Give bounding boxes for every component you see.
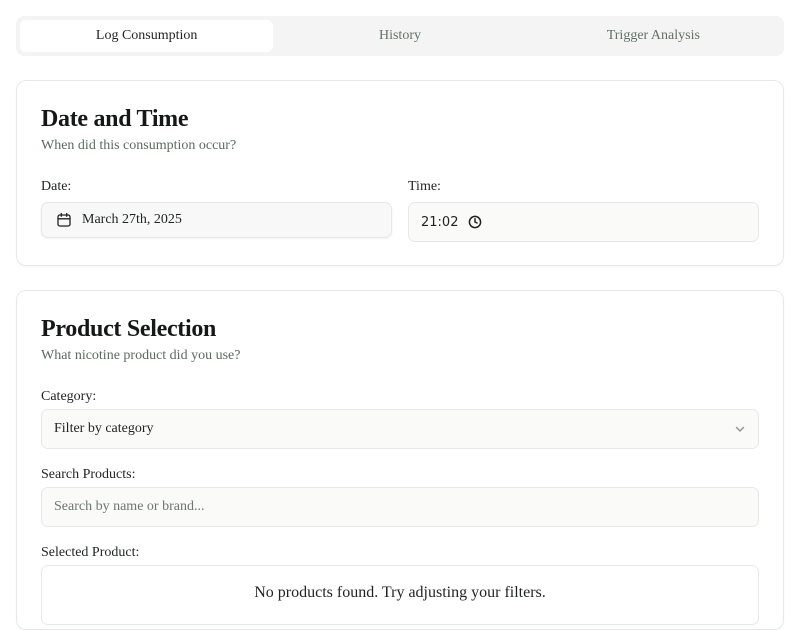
tab-log-consumption[interactable]: Log Consumption	[20, 20, 274, 52]
selected-product-label: Selected Product:	[41, 545, 140, 560]
date-time-card: Date and Time When did this consumption …	[16, 80, 784, 266]
selected-product-field: Selected Product: No products found. Try…	[41, 544, 759, 625]
product-list-empty: No products found. Try adjusting your fi…	[41, 565, 759, 625]
date-value: March 27th, 2025	[82, 212, 182, 227]
category-label: Category:	[41, 389, 97, 404]
time-input[interactable]: 21:02	[408, 202, 759, 242]
product-selection-card: Product Selection What nicotine product …	[16, 290, 784, 630]
time-field: Time: 21:02	[408, 178, 759, 242]
date-field: Date: March 27th, 2025	[41, 178, 392, 238]
search-label: Search Products:	[41, 467, 136, 482]
chevron-down-icon	[734, 423, 746, 435]
clock-icon[interactable]	[468, 215, 482, 229]
category-select[interactable]: Filter by category	[41, 409, 759, 449]
product-selection-subtitle: What nicotine product did you use?	[41, 348, 241, 363]
product-selection-title: Product Selection	[41, 316, 217, 342]
product-search-input[interactable]: Search by name or brand...	[41, 487, 759, 527]
date-label: Date:	[41, 179, 72, 194]
date-time-title: Date and Time	[41, 106, 189, 132]
main-tabs: Log Consumption History Trigger Analysis	[16, 16, 784, 56]
tab-trigger-analysis[interactable]: Trigger Analysis	[527, 20, 780, 52]
category-placeholder: Filter by category	[54, 421, 154, 436]
search-field: Search Products: Search by name or brand…	[41, 466, 759, 527]
search-placeholder: Search by name or brand...	[54, 499, 205, 514]
calendar-icon	[56, 212, 72, 228]
date-picker-button[interactable]: March 27th, 2025	[41, 202, 392, 238]
time-value: 21:02	[421, 214, 459, 230]
time-label: Time:	[408, 179, 441, 194]
date-time-subtitle: When did this consumption occur?	[41, 138, 237, 153]
empty-message: No products found. Try adjusting your fi…	[254, 584, 546, 601]
category-field: Category: Filter by category	[41, 388, 759, 449]
tab-history[interactable]: History	[273, 20, 526, 52]
